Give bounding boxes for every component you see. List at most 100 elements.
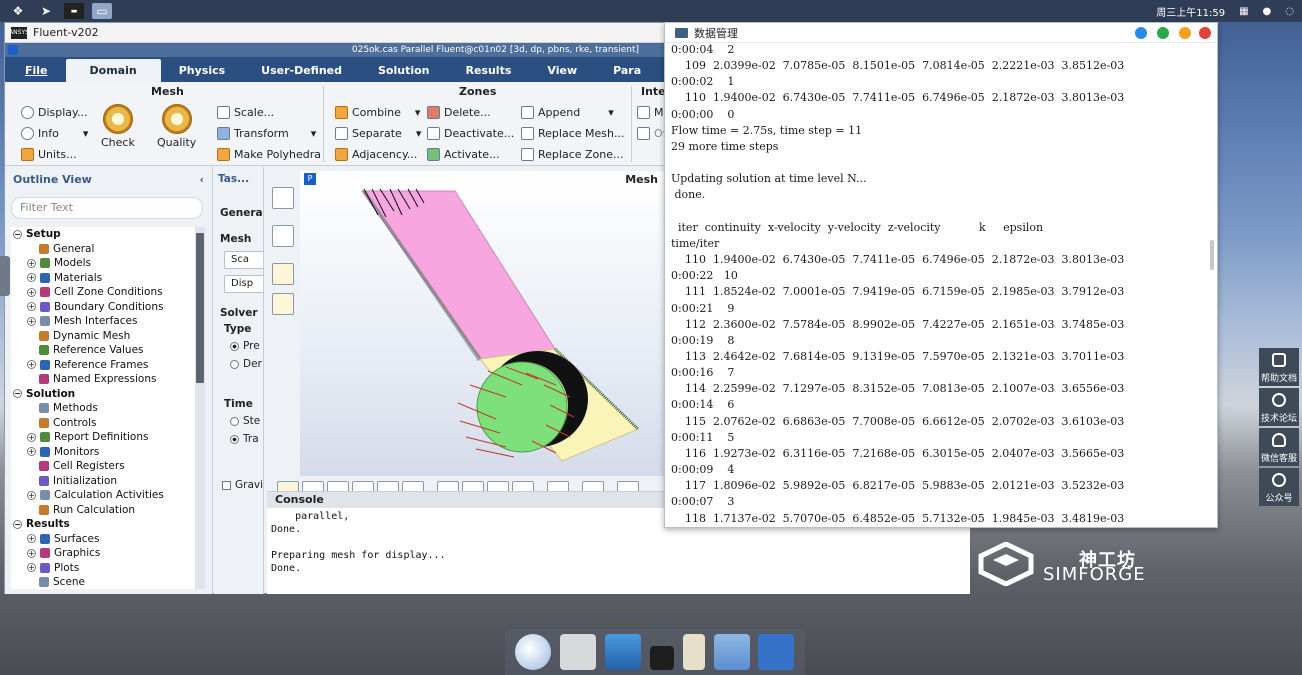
quality-button[interactable]: Quality xyxy=(157,104,196,149)
transient-radio[interactable]: Tra xyxy=(230,433,259,445)
expand-toggle-icon[interactable]: + xyxy=(27,548,36,558)
expand-toggle-icon[interactable]: − xyxy=(13,389,22,399)
deactivate-button[interactable]: Deactivate... xyxy=(427,127,514,140)
log-scrollbar[interactable] xyxy=(1209,45,1215,525)
tree-item[interactable]: + Graphics xyxy=(11,546,199,561)
minimize-icon[interactable] xyxy=(1157,27,1169,39)
pressure-based-radio[interactable]: Pre xyxy=(230,340,260,352)
ansys-app-icon[interactable]: ▬ xyxy=(64,3,84,19)
check-button[interactable]: Check xyxy=(101,104,135,149)
chat-icon[interactable]: ◌ xyxy=(1285,6,1294,17)
tree-item[interactable]: − Results xyxy=(11,517,199,532)
tree-item[interactable]: + Surfaces xyxy=(11,532,199,547)
task-page-tab[interactable]: Tas... xyxy=(218,173,249,185)
tree-item[interactable]: + Mesh Interfaces xyxy=(11,314,199,329)
cursor-tool-icon[interactable]: ➤ xyxy=(36,3,56,19)
tree-item[interactable]: + Models xyxy=(11,256,199,271)
start-menu-icon[interactable]: ❖ xyxy=(8,3,28,19)
expand-toggle-icon[interactable]: + xyxy=(27,287,36,297)
tree-item[interactable]: + Materials xyxy=(11,271,199,286)
expand-toggle-icon[interactable]: + xyxy=(27,258,36,268)
make-polyhedra-button[interactable]: Make Polyhedra xyxy=(217,148,321,161)
tree-item[interactable]: − Setup xyxy=(11,227,199,242)
tree-item[interactable]: Reference Values xyxy=(11,343,199,358)
tree-item[interactable]: + Plots xyxy=(11,561,199,576)
tree-item[interactable]: + Boundary Conditions xyxy=(11,300,199,315)
scale-button[interactable]: Scale... xyxy=(217,106,274,119)
tree-item[interactable]: Named Expressions xyxy=(11,372,199,387)
tab-view[interactable]: View xyxy=(529,59,595,82)
delete-button[interactable]: Delete... xyxy=(427,106,491,119)
apps-grid-icon[interactable]: ▦ xyxy=(1239,6,1248,17)
replace-mesh-button[interactable]: Replace Mesh... xyxy=(521,127,624,140)
simforge-app-icon[interactable] xyxy=(758,634,795,670)
tree-item[interactable]: General xyxy=(11,242,199,257)
expand-toggle-icon[interactable]: + xyxy=(27,447,36,457)
side-drawer-handle[interactable] xyxy=(0,256,10,296)
window-switch-icon[interactable]: ▭ xyxy=(92,3,112,19)
mesh-scale-button[interactable]: Sca xyxy=(224,251,263,269)
wechat-support-button[interactable]: 微信客服 xyxy=(1259,428,1299,466)
lock-app-icon[interactable] xyxy=(649,646,674,670)
monitor-app-icon[interactable] xyxy=(605,634,642,670)
expand-toggle-icon[interactable]: + xyxy=(27,534,36,544)
tree-scroll-thumb[interactable] xyxy=(196,233,204,383)
expand-toggle-icon[interactable]: − xyxy=(13,519,22,529)
expand-toggle-icon[interactable]: + xyxy=(27,316,36,326)
official-account-button[interactable]: 公众号 xyxy=(1259,468,1299,506)
mesh-display-button[interactable]: Disp xyxy=(224,275,263,293)
expand-toggle-icon[interactable]: + xyxy=(27,490,36,500)
tree-item[interactable]: Methods xyxy=(11,401,199,416)
tab-parallel[interactable]: Para xyxy=(595,59,659,82)
help-docs-button[interactable]: 帮助文档 xyxy=(1259,348,1299,386)
close-icon[interactable] xyxy=(1199,27,1211,39)
layout-icon[interactable] xyxy=(272,225,294,247)
tree-item[interactable]: Initialization xyxy=(11,474,199,489)
tree-scrollbar[interactable] xyxy=(195,227,205,589)
adjacency-button[interactable]: Adjacency... xyxy=(335,148,417,161)
tab-physics[interactable]: Physics xyxy=(161,59,243,82)
tab-solution[interactable]: Solution xyxy=(360,59,448,82)
units-button[interactable]: Units... xyxy=(21,148,77,161)
tree-item[interactable]: Run Calculation xyxy=(11,503,199,518)
combine-button[interactable]: Combine ▾ xyxy=(335,106,420,119)
tab-results[interactable]: Results xyxy=(448,59,530,82)
info-window-icon[interactable] xyxy=(1135,27,1147,39)
expand-toggle-icon[interactable]: + xyxy=(27,563,36,573)
tree-item[interactable]: Controls xyxy=(11,416,199,431)
transform-button[interactable]: Transform ▾ xyxy=(217,127,316,140)
filter-input[interactable]: Filter Text xyxy=(11,197,203,219)
tree-item[interactable]: + Reference Frames xyxy=(11,358,199,373)
copy-view-icon[interactable] xyxy=(272,187,294,209)
expand-toggle-icon[interactable]: + xyxy=(27,432,36,442)
notes-app-icon[interactable] xyxy=(682,634,705,670)
tech-forum-button[interactable]: 技术论坛 xyxy=(1259,388,1299,426)
tab-file[interactable]: File xyxy=(7,59,66,82)
tree-item[interactable]: + Monitors xyxy=(11,445,199,460)
user-icon[interactable]: ● xyxy=(1263,6,1272,17)
calculator-app-icon[interactable] xyxy=(560,634,597,670)
render-icon[interactable] xyxy=(272,263,294,285)
tree-item[interactable]: + Calculation Activities xyxy=(11,488,199,503)
tab-domain[interactable]: Domain xyxy=(65,59,161,82)
separate-button[interactable]: Separate ▾ xyxy=(335,127,421,140)
expand-toggle-icon[interactable]: − xyxy=(13,229,22,239)
tree-item[interactable]: Cell Registers xyxy=(11,459,199,474)
append-button[interactable]: Append ▾ xyxy=(521,106,614,119)
steady-radio[interactable]: Ste xyxy=(230,415,260,427)
maximize-icon[interactable] xyxy=(1179,27,1191,39)
log-scroll-thumb[interactable] xyxy=(1210,240,1214,270)
tree-item[interactable]: Dynamic Mesh xyxy=(11,329,199,344)
graphics-window[interactable]: P Mesh xyxy=(300,171,670,476)
density-based-radio[interactable]: Der xyxy=(230,358,262,370)
gravity-checkbox[interactable]: Gravi xyxy=(222,479,263,491)
tree-item[interactable]: Scene xyxy=(11,575,199,589)
collapse-panel-icon[interactable]: ‹ xyxy=(199,173,204,186)
file-manager-app-icon[interactable] xyxy=(515,634,552,670)
expand-toggle-icon[interactable]: + xyxy=(27,360,36,370)
view-options-icon[interactable] xyxy=(272,293,294,315)
tree-item[interactable]: − Solution xyxy=(11,387,199,402)
info-button[interactable]: Info ▾ xyxy=(21,127,88,140)
replace-zone-button[interactable]: Replace Zone... xyxy=(521,148,624,161)
activate-button[interactable]: Activate... xyxy=(427,148,500,161)
